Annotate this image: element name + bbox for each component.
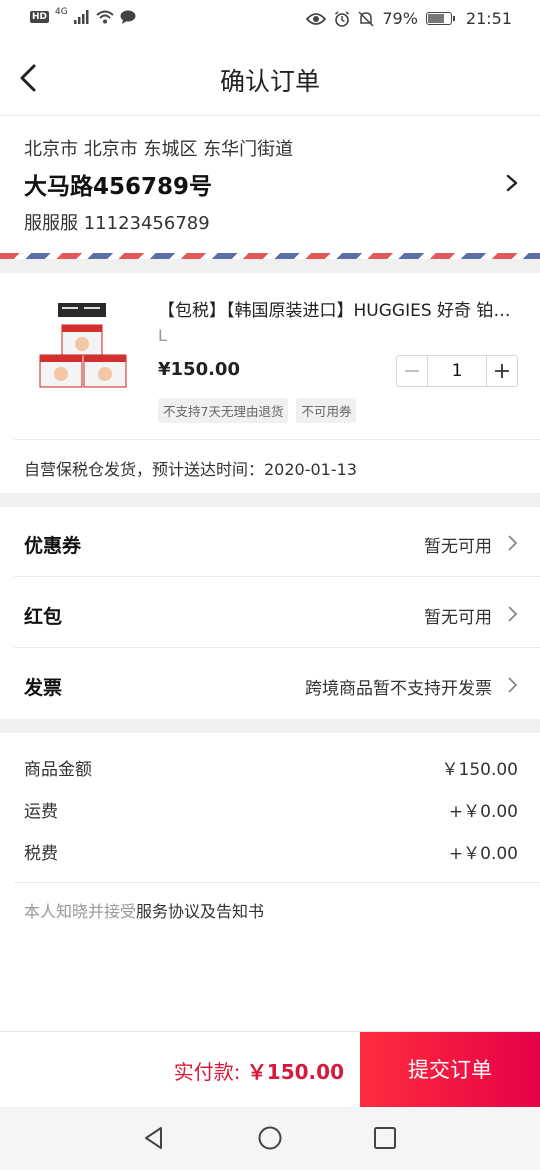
decrease-button[interactable] [397, 356, 427, 386]
clock: 21:51 [465, 9, 512, 28]
wifi-icon [96, 10, 114, 24]
page-title: 确认订单 [219, 67, 320, 96]
summary-goods-amount: 商品金额 ￥150.00 [24, 755, 518, 781]
option-invoice[interactable]: 发票 跨境商品暂不支持开发票 [0, 649, 540, 719]
tag-no-coupon: 不可用券 [296, 398, 357, 423]
battery-icon [425, 12, 455, 25]
option-value: 暂无可用 [424, 608, 492, 628]
plus-icon [495, 364, 509, 378]
option-coupon[interactable]: 优惠券 暂无可用 [0, 507, 540, 577]
delivery-info: 自营保税仓发货，预计送达时间：2020-01-13 [24, 460, 357, 479]
quantity-value[interactable]: 1 [427, 356, 487, 386]
pay-total: 实付款: ￥150.00 [174, 1056, 344, 1085]
option-value: 跨境商品暂不支持开发票 [305, 679, 492, 699]
divider [14, 882, 540, 883]
section-separator [0, 259, 540, 273]
section-separator [0, 493, 540, 507]
address-street: 大马路456789号 [24, 174, 213, 200]
product-title[interactable]: 【包税】【韩国原装进口】HUGGIES 好奇 铂金装纸尿裤 L [158, 296, 518, 321]
summary-shipping: 运费 +￥0.00 [24, 797, 518, 823]
summary-value: +￥0.00 [448, 802, 518, 822]
option-red-packet[interactable]: 红包 暂无可用 [0, 578, 540, 648]
option-value: 暂无可用 [424, 537, 492, 557]
minus-icon [405, 370, 419, 372]
quantity-stepper: 1 [396, 355, 518, 387]
option-label: 红包 [24, 606, 63, 628]
message-icon [120, 10, 136, 24]
tag-no-return: 不支持7天无理由退货 [158, 398, 289, 423]
chevron-right-icon [508, 606, 518, 622]
status-bar: HD 4G 79% 21:51 [0, 0, 540, 38]
status-left: HD 4G [30, 7, 136, 24]
address-contact: 服服服 11123456789 [24, 213, 210, 234]
product-image[interactable] [38, 299, 128, 391]
battery-percent: 79% [382, 9, 418, 28]
option-label: 优惠券 [24, 535, 82, 557]
home-circle-icon[interactable] [257, 1125, 283, 1151]
agreement-prefix: 本人知晓并接受 [24, 902, 137, 921]
divider [14, 439, 540, 440]
summary-label: 商品金额 [24, 760, 92, 780]
product-card: 【包税】【韩国原装进口】HUGGIES 好奇 铂金装纸尿裤 L L ¥150.0… [0, 273, 540, 493]
status-right: 79% 21:51 [306, 9, 512, 28]
pay-amount: ￥150.00 [246, 1060, 344, 1084]
back-triangle-icon[interactable] [141, 1125, 167, 1151]
pay-label: 实付款: [173, 1060, 241, 1084]
alarm-icon [335, 10, 350, 27]
divider [14, 647, 540, 648]
option-label: 发票 [24, 677, 63, 699]
network-type: 4G [55, 7, 68, 17]
product-spec: L [158, 326, 167, 345]
address-card[interactable]: 北京市 北京市 东城区 东华门街道 大马路456789号 服服服 1112345… [0, 117, 540, 257]
recent-square-icon[interactable] [372, 1125, 398, 1151]
summary-value: +￥0.00 [448, 844, 518, 864]
hd-icon: HD [30, 11, 50, 23]
summary-label: 税费 [24, 844, 58, 864]
agreement-link[interactable]: 服务协议及告知书 [136, 902, 264, 921]
increase-button[interactable] [487, 356, 517, 386]
signal-icon [73, 10, 89, 24]
mute-icon [358, 10, 374, 27]
agreement-text: 本人知晓并接受服务协议及告知书 [24, 898, 264, 922]
summary-label: 运费 [24, 802, 58, 822]
battery-level-fill [427, 14, 445, 23]
nav-bar: 确认订单 [0, 38, 540, 116]
chevron-right-icon [508, 535, 518, 551]
chevron-right-icon [508, 677, 518, 693]
section-separator [0, 719, 540, 733]
address-region: 北京市 北京市 东城区 东华门街道 [24, 139, 294, 160]
summary-value: ￥150.00 [441, 760, 518, 780]
product-tags: 不支持7天无理由退货 不可用券 [158, 398, 357, 423]
checkout-bar: 实付款: ￥150.00 提交订单 [0, 1031, 540, 1108]
eye-icon [306, 12, 327, 25]
product-price: ¥150.00 [158, 359, 240, 380]
app-root: HD 4G 79% 21:51 确认订单 北京市 北京市 东城区 东华门街道 大… [0, 0, 540, 1170]
summary-tax: 税费 +￥0.00 [24, 839, 518, 865]
chevron-right-icon [506, 174, 518, 192]
system-nav-bar [0, 1107, 540, 1170]
divider [14, 576, 540, 577]
submit-order-button[interactable]: 提交订单 [360, 1032, 540, 1108]
